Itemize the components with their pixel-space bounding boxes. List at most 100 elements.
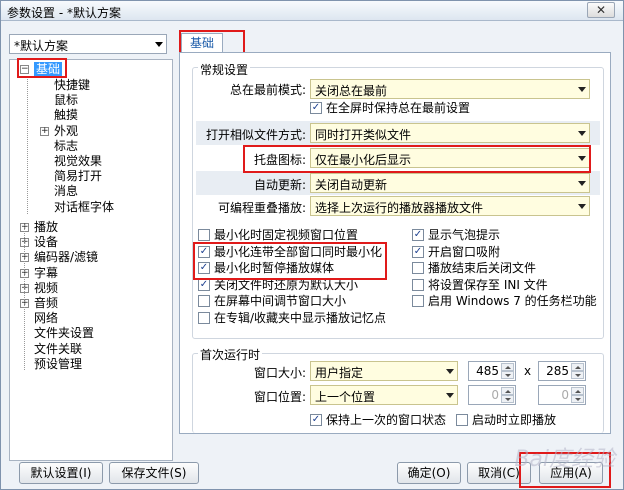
tray-icon-value: 仅在最小化后显示 xyxy=(315,153,412,167)
window-size-label: 窗口大小: xyxy=(253,366,306,380)
chevron-down-icon xyxy=(578,87,586,92)
profile-select-value: *默认方案 xyxy=(14,39,69,53)
profile-select[interactable]: *默认方案 xyxy=(9,34,167,54)
watermark: Bai度经验 xyxy=(514,447,615,472)
height-spinner[interactable]: 285 xyxy=(538,361,586,381)
tree-item-label: 快捷键 xyxy=(54,78,91,92)
tree-guide-line xyxy=(27,76,28,214)
keep-state-label: 保持上一次的窗口状态 xyxy=(326,413,447,427)
chevron-down-icon xyxy=(578,156,586,161)
window-pos-select[interactable]: 上一个位置 xyxy=(310,385,458,405)
open-similar-label: 打开相似文件方式: xyxy=(205,128,306,142)
always-on-top-value: 关闭总在最前 xyxy=(315,84,388,98)
chevron-down-icon xyxy=(578,131,586,136)
checkbox-empty xyxy=(456,414,468,426)
always-on-top-select[interactable]: 关闭总在最前 xyxy=(310,79,590,99)
check-icon: ✓ xyxy=(310,102,322,114)
window-pos-value: 上一个位置 xyxy=(315,390,376,404)
spin-down-icon[interactable] xyxy=(501,371,514,379)
spin-down-icon[interactable] xyxy=(571,395,584,403)
auto-update-value: 关闭自动更新 xyxy=(315,178,388,192)
save-file-button[interactable]: 保存文件(S) xyxy=(109,462,199,484)
check-icon: ✓ xyxy=(310,414,322,426)
width-spinner[interactable]: 485 xyxy=(468,361,516,381)
tree-item-label: 音频 xyxy=(34,296,59,310)
tree-item-label: 外观 xyxy=(54,123,79,138)
chevron-down-icon xyxy=(578,204,586,209)
close-icon[interactable]: ✕ xyxy=(587,2,615,18)
start-play-label: 启动时立即播放 xyxy=(472,413,557,427)
prog-playback-value: 选择上次运行的播放器播放文件 xyxy=(315,201,484,215)
fullscreen-top-label: 在全屏时保持总在最前设置 xyxy=(326,101,471,115)
chevron-down-icon xyxy=(446,393,454,398)
tree-item-label: 播放 xyxy=(34,220,59,234)
prog-playback-select[interactable]: 选择上次运行的播放器播放文件 xyxy=(310,196,590,216)
window-pos-label: 窗口位置: xyxy=(253,390,306,404)
left-checkbox-label: 在专辑/收藏夹中显示播放记忆点 xyxy=(214,310,387,325)
spin-down-icon[interactable] xyxy=(501,395,514,403)
check-icon: ✓ xyxy=(198,245,210,258)
tree-item-label: 触摸 xyxy=(54,108,79,123)
spin-up-icon[interactable] xyxy=(571,387,584,395)
collapse-icon[interactable]: − xyxy=(20,65,29,74)
always-on-top-label: 总在最前模式: xyxy=(229,83,306,97)
left-checkbox-label: 最小化时固定视频窗口位置 xyxy=(214,228,359,242)
spin-down-icon[interactable] xyxy=(571,371,584,379)
tray-icon-select[interactable]: 仅在最小化后显示 xyxy=(310,148,590,168)
check-icon: ✓ xyxy=(198,262,210,274)
tree-item-label: 设备 xyxy=(34,235,59,250)
tree-item-label: 简易打开 xyxy=(54,169,103,184)
first-run-title: 首次运行时 xyxy=(198,346,263,363)
checkbox-empty xyxy=(198,229,210,241)
tree-item-label: 字幕 xyxy=(34,265,59,280)
basic-settings-page: 常规设置 总在最前模式: 关闭总在最前 ✓ 在全屏时保持总在最前设置 打开相似文… xyxy=(179,52,611,434)
chevron-down-icon xyxy=(155,42,163,47)
open-similar-select[interactable]: 同时打开类似文件 xyxy=(310,123,590,143)
tree-item-label: 视觉效果 xyxy=(54,154,103,168)
spin-up-icon[interactable] xyxy=(571,363,584,371)
left-checkbox-label: 关闭文件时还原为默认大小 xyxy=(214,277,359,292)
pos-x-spinner[interactable]: 0 xyxy=(468,385,516,405)
open-similar-value: 同时打开类似文件 xyxy=(315,128,412,142)
chevron-down-icon xyxy=(578,181,586,186)
auto-update-select[interactable]: 关闭自动更新 xyxy=(310,173,590,193)
ok-button[interactable]: 确定(O) xyxy=(397,462,461,484)
title-bar: 参数设置 - *默认方案 ✕ xyxy=(1,1,623,21)
right-checkbox-label: 将设置保存至 INI 文件 xyxy=(428,277,548,292)
check-icon: ✓ xyxy=(412,229,424,241)
expand-icon[interactable]: + xyxy=(40,126,49,136)
tree-guide-line xyxy=(24,225,25,370)
spin-up-icon[interactable] xyxy=(501,387,514,395)
check-icon: ✓ xyxy=(412,245,424,258)
checkbox-empty xyxy=(412,295,424,307)
tree-item-label: 标志 xyxy=(54,138,79,153)
left-checkbox-label: 在屏幕中间调节窗口大小 xyxy=(214,294,347,308)
prog-playback-label: 可编程重叠播放: xyxy=(217,201,306,215)
right-checkbox-label: 启用 Windows 7 的任务栏功能 xyxy=(428,294,597,308)
settings-window: 参数设置 - *默认方案 ✕ *默认方案 − 基础 快捷键 鼠标 触摸 + 外观 标志 视觉效果… xyxy=(0,0,624,490)
tree-item-label: 鼠标 xyxy=(54,93,79,108)
right-checkbox-label: 显示气泡提示 xyxy=(428,228,501,242)
tree-item-label: 网络 xyxy=(34,311,59,326)
window-title: 参数设置 - *默认方案 xyxy=(7,6,121,20)
tree-item-label: 基础 xyxy=(34,62,63,77)
window-size-select[interactable]: 用户指定 xyxy=(310,361,458,381)
pos-y-spinner[interactable]: 0 xyxy=(538,385,586,405)
right-checkbox-label: 播放结束后关闭文件 xyxy=(428,261,537,275)
chevron-down-icon xyxy=(446,369,454,374)
pos-y-value: 0 xyxy=(561,388,569,402)
general-group-title: 常规设置 xyxy=(198,61,251,78)
spin-up-icon[interactable] xyxy=(501,363,514,371)
defaults-button[interactable]: 默认设置(I) xyxy=(19,462,103,484)
tree-item-label: 编码器/滤镜 xyxy=(34,250,99,265)
checkbox-empty xyxy=(198,295,210,307)
height-value: 285 xyxy=(546,364,569,378)
pos-x-value: 0 xyxy=(491,388,499,402)
tree-item-label: 预设管理 xyxy=(34,356,83,371)
tree-item-label: 文件夹设置 xyxy=(34,326,95,341)
settings-tree: − 基础 快捷键 鼠标 触摸 + 外观 标志 视觉效果 简易打开 消息 对话框字体 + 播放 + 设备 + 编码器… xyxy=(9,59,173,461)
tab-basic[interactable]: 基础 xyxy=(181,33,223,53)
tree-item-label: 文件关联 xyxy=(34,341,83,356)
auto-update-label: 自动更新: xyxy=(253,178,306,192)
checkbox-empty xyxy=(412,278,424,291)
